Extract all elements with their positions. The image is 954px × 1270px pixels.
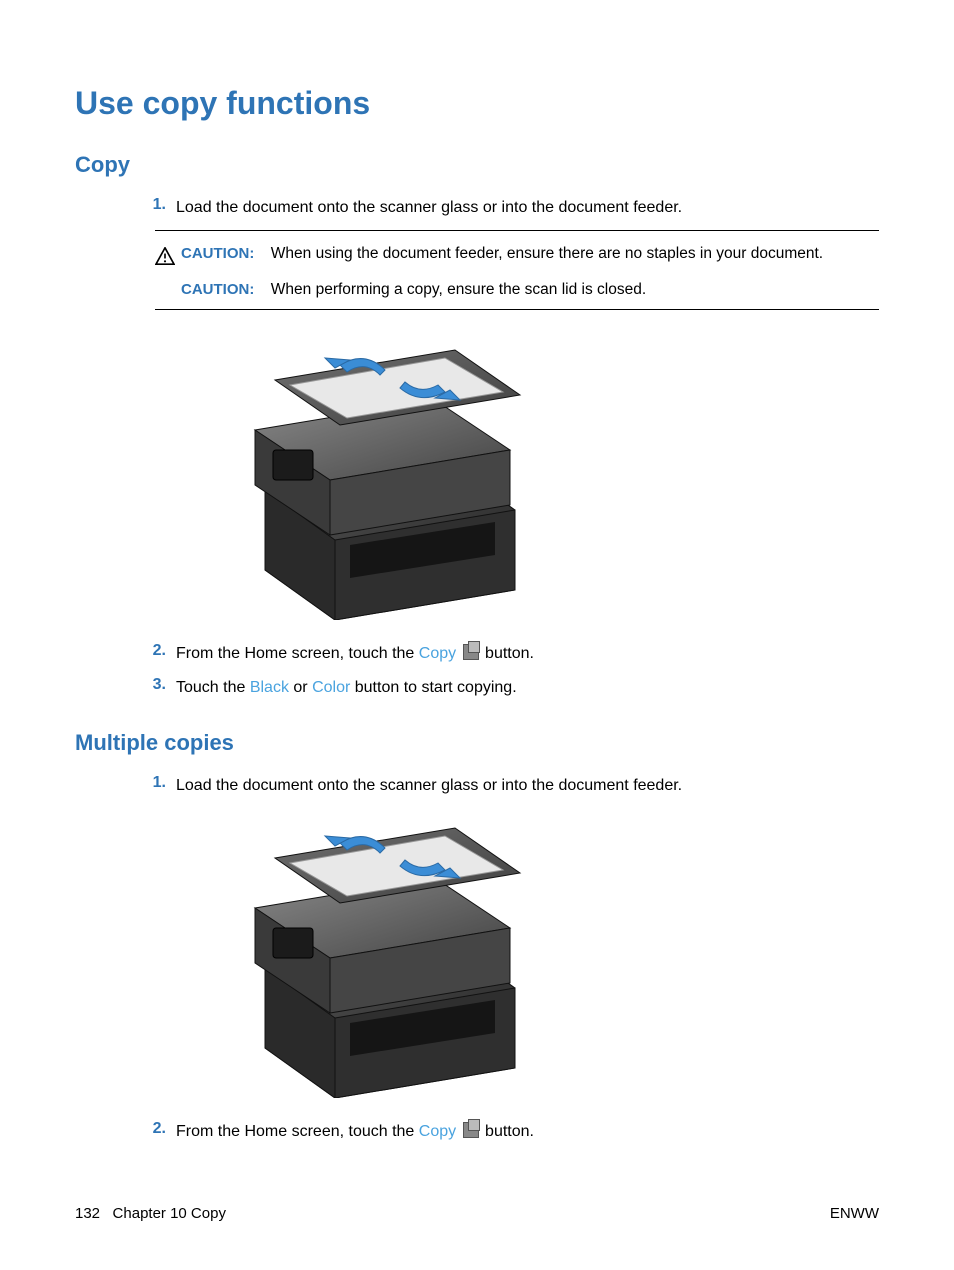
caution-text: When using the document feeder, ensure t… <box>271 245 823 262</box>
text-fragment: From the Home screen, touch the <box>176 1123 419 1140</box>
caution-block: CAUTION: When using the document feeder,… <box>155 230 879 310</box>
step-number: 1. <box>140 196 176 214</box>
step-text: From the Home screen, touch the Copy but… <box>176 642 879 666</box>
step-number: 3. <box>140 676 176 694</box>
multiple-steps-list: 1. Load the document onto the scanner gl… <box>75 774 879 798</box>
printer-illustration <box>235 330 879 620</box>
copy-icon <box>463 1122 479 1138</box>
text-fragment: or <box>289 679 312 696</box>
text-fragment: button to start copying. <box>350 679 516 696</box>
text-fragment: From the Home screen, touch the <box>176 645 419 662</box>
section-heading-copy: Copy <box>75 152 879 178</box>
ui-term-color: Color <box>312 679 350 696</box>
list-item: 1. Load the document onto the scanner gl… <box>140 196 879 220</box>
ui-term-copy: Copy <box>419 645 456 662</box>
page-title: Use copy functions <box>75 85 879 122</box>
step-number: 1. <box>140 774 176 792</box>
list-item: 1. Load the document onto the scanner gl… <box>140 774 879 798</box>
caution-row: CAUTION: When performing a copy, ensure … <box>155 275 879 299</box>
step-text: Touch the Black or Color button to start… <box>176 676 879 700</box>
list-item: 2. From the Home screen, touch the Copy … <box>140 1120 879 1144</box>
warning-triangle-icon <box>155 247 175 265</box>
footer-left: 132 Chapter 10 Copy <box>75 1205 226 1222</box>
printer-illustration <box>235 808 879 1098</box>
list-item: 3. Touch the Black or Color button to st… <box>140 676 879 700</box>
page-footer: 132 Chapter 10 Copy ENWW <box>75 1205 879 1222</box>
step-number: 2. <box>140 1120 176 1138</box>
section-heading-multiple: Multiple copies <box>75 730 879 756</box>
copy-icon <box>463 644 479 660</box>
caution-row: CAUTION: When using the document feeder,… <box>155 241 879 275</box>
ui-term-black: Black <box>250 679 289 696</box>
list-item: 2. From the Home screen, touch the Copy … <box>140 642 879 666</box>
text-fragment: button. <box>481 1123 534 1140</box>
step-text: Load the document onto the scanner glass… <box>176 774 879 798</box>
page-number: 132 <box>75 1205 100 1222</box>
copy-steps-list-cont: 2. From the Home screen, touch the Copy … <box>75 642 879 700</box>
text-fragment: button. <box>481 645 534 662</box>
chapter-label: Chapter 10 Copy <box>113 1205 226 1222</box>
footer-right: ENWW <box>830 1205 879 1222</box>
step-text: Load the document onto the scanner glass… <box>176 196 879 220</box>
multiple-steps-list-cont: 2. From the Home screen, touch the Copy … <box>75 1120 879 1144</box>
caution-label: CAUTION: <box>181 281 254 298</box>
step-text: From the Home screen, touch the Copy but… <box>176 1120 879 1144</box>
step-number: 2. <box>140 642 176 660</box>
caution-text: When performing a copy, ensure the scan … <box>271 281 646 298</box>
ui-term-copy: Copy <box>419 1123 456 1140</box>
copy-steps-list: 1. Load the document onto the scanner gl… <box>75 196 879 220</box>
text-fragment: Touch the <box>176 679 250 696</box>
caution-label: CAUTION: <box>181 245 254 262</box>
